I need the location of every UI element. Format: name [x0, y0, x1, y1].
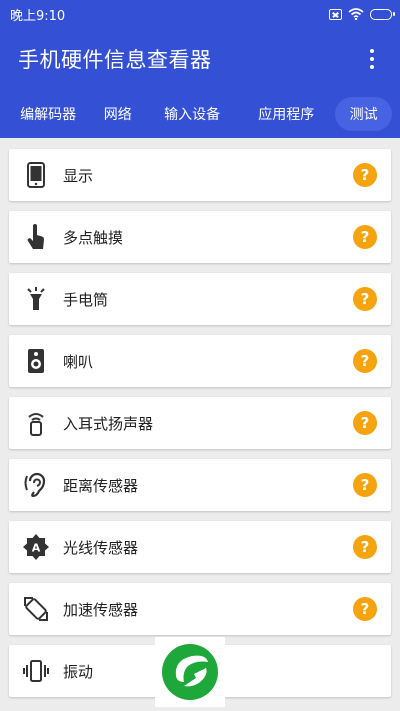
overflow-menu-icon[interactable] [362, 46, 382, 72]
light-sensor-icon: A [23, 534, 49, 560]
touch-hand-icon [23, 224, 49, 250]
battery-icon [370, 8, 395, 20]
tab-input-devices[interactable]: 输入设备 [147, 97, 237, 131]
sim-icon [329, 8, 342, 20]
help-icon[interactable]: ? [353, 287, 377, 311]
tab-bar: 编解码器 网络 输入设备 应用程序 测试 [0, 90, 400, 138]
list-item-label: 多点触摸 [63, 228, 124, 247]
list-item-label: 光线传感器 [63, 538, 139, 557]
leaf-logo-icon [162, 644, 218, 700]
status-bar: 晚上9:10 [0, 0, 400, 28]
list-item-label: 加速传感器 [63, 600, 139, 619]
tab-network[interactable]: 网络 [88, 97, 147, 131]
status-time: 晚上9:10 [10, 8, 66, 24]
earpiece-icon [23, 410, 49, 436]
list-item-label: 手电筒 [63, 290, 109, 309]
tab-codecs[interactable]: 编解码器 [8, 97, 88, 131]
list-item-label: 显示 [63, 166, 94, 185]
app-title: 手机硬件信息查看器 [18, 48, 212, 72]
list-item-earpiece[interactable]: 入耳式扬声器 ? [9, 397, 391, 449]
vibration-icon [23, 658, 49, 684]
help-icon[interactable]: ? [353, 225, 377, 249]
list-item-accelerometer[interactable]: 加速传感器 ? [9, 583, 391, 635]
help-icon[interactable]: ? [353, 411, 377, 435]
list-item-label: 距离传感器 [63, 476, 139, 495]
watermark-logo [155, 637, 225, 707]
ear-proximity-icon [23, 472, 49, 498]
list-item-light-sensor[interactable]: A 光线传感器 ? [9, 521, 391, 573]
tab-test[interactable]: 测试 [335, 97, 392, 131]
list-item-label: 入耳式扬声器 [63, 414, 154, 433]
svg-text:A: A [32, 542, 41, 555]
help-icon[interactable]: ? [353, 597, 377, 621]
help-icon[interactable]: ? [353, 163, 377, 187]
test-list: 显示 ? 多点触摸 ? 手电筒 ? 喇叭 ? 入耳式扬声器 ? 距离传感器 ? … [9, 149, 391, 707]
speaker-icon [23, 348, 49, 374]
help-icon[interactable]: ? [353, 535, 377, 559]
wifi-icon [348, 8, 364, 20]
list-item-proximity-sensor[interactable]: 距离传感器 ? [9, 459, 391, 511]
flashlight-icon [23, 286, 49, 312]
phone-icon [23, 162, 49, 188]
help-icon[interactable]: ? [353, 349, 377, 373]
list-item-flashlight[interactable]: 手电筒 ? [9, 273, 391, 325]
accelerometer-icon [23, 596, 49, 622]
help-icon[interactable]: ? [353, 473, 377, 497]
app-bar: 手机硬件信息查看器 [0, 28, 400, 90]
status-icons [329, 8, 395, 20]
list-item-speaker[interactable]: 喇叭 ? [9, 335, 391, 387]
tab-applications[interactable]: 应用程序 [237, 97, 335, 131]
list-item-label: 喇叭 [63, 352, 94, 371]
list-item-multitouch[interactable]: 多点触摸 ? [9, 211, 391, 263]
list-item-display[interactable]: 显示 ? [9, 149, 391, 201]
